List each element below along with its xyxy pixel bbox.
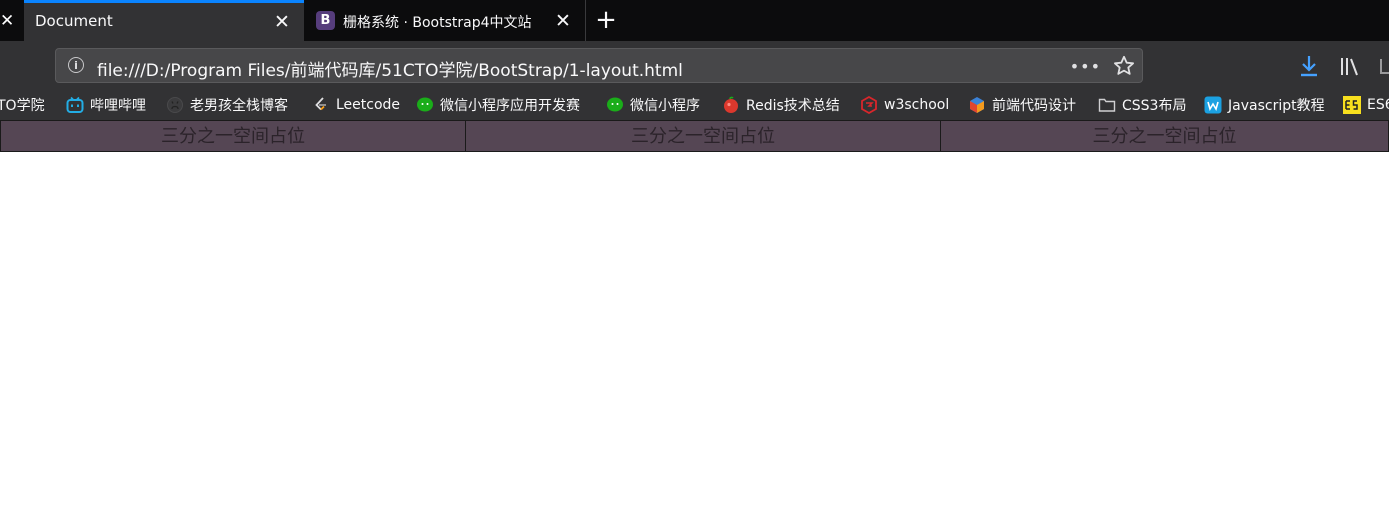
tab-bootstrap-grid[interactable]: B 栅格系统 · Bootstrap4中文站 ✕ [305,0,586,41]
leetcode-icon [315,97,326,111]
overflow-icon[interactable] [1378,55,1389,77]
tab-title: 栅格系统 · Bootstrap4中文站 [343,15,532,31]
bookmark-leetcode[interactable]: Leetcode [312,90,400,120]
close-icon[interactable]: ✕ [0,8,14,34]
bookmark-label: 微信小程序应用开发赛 [440,98,580,114]
close-icon[interactable]: ✕ [272,12,292,32]
bookmark-w3school[interactable]: w3school [860,90,949,120]
grid-column: 三分之一空间占位 [465,120,941,152]
bookmark-label: 老男孩全栈博客 [190,98,288,114]
page-actions-icon[interactable]: ••• [1070,57,1101,76]
library-icon[interactable] [1339,55,1361,77]
cube-icon [970,97,984,113]
new-tab-button[interactable]: + [592,6,620,34]
bookmark-es6[interactable]: ES6 [1343,90,1389,120]
bookmark-label: CSS3布局 [1122,98,1187,114]
tab-strip: ✕ Document ✕ B 栅格系统 · Bootstrap4中文站 ✕ + [0,0,1389,41]
w3school-icon [861,96,877,114]
bookmark-label: TO学院 [0,98,45,114]
bookmark-oldboy-blog[interactable]: 老男孩全栈博客 [166,90,288,120]
bookmark-label: Javascript教程 [1228,98,1325,114]
tab-document[interactable]: Document ✕ [24,0,304,41]
info-icon[interactable]: i [68,57,84,73]
wechat-icon [417,97,433,112]
folder-icon [1098,98,1116,112]
wechat-icon [607,97,623,112]
url-text[interactable]: file:///D:/Program Files/前端代码库/51CTO学院/B… [97,56,683,81]
bookmark-label: ES6 [1367,97,1389,113]
bookmark-css3-layout[interactable]: CSS3布局 [1098,90,1186,120]
redis-icon [724,96,738,113]
grid-row: 三分之一空间占位 三分之一空间占位 三分之一空间占位 [0,120,1389,152]
download-icon[interactable] [1298,54,1320,78]
grid-column: 三分之一空间占位 [940,120,1389,152]
bilibili-icon [66,96,84,113]
bookmark-javascript[interactable]: Javascript教程 [1204,90,1325,120]
bookmarks-toolbar: TO学院 哔哩哔哩 老男孩全栈博客 Leetcode 微信小程序应用开发赛 微信… [0,90,1389,120]
close-icon[interactable]: ✕ [553,11,573,31]
bookmark-frontend-design[interactable]: 前端代码设计 [968,90,1076,120]
bootstrap-icon: B [316,11,335,30]
bookmark-label: Leetcode [336,97,401,113]
github-icon [167,97,183,113]
w-icon [1204,96,1222,114]
bookmark-label: 微信小程序 [630,98,700,114]
bookmark-star-icon[interactable] [1112,54,1136,78]
bookmark-label: 前端代码设计 [992,98,1076,114]
bookmark-wechat-contest[interactable]: 微信小程序应用开发赛 [416,90,580,120]
bookmark-label: Redis技术总结 [746,98,840,114]
navigation-toolbar: i file:///D:/Program Files/前端代码库/51CTO学院… [0,41,1389,90]
bookmark-51cto[interactable]: TO学院 [0,90,45,120]
bookmark-wechat-miniprogram[interactable]: 微信小程序 [606,90,700,120]
tab-title: Document [35,12,113,30]
address-bar[interactable]: i file:///D:/Program Files/前端代码库/51CTO学院… [55,48,1143,83]
bookmark-label: 哔哩哔哩 [90,98,146,114]
grid-column: 三分之一空间占位 [0,120,466,152]
es-icon [1343,96,1361,114]
bookmark-label: w3school [884,97,950,113]
bookmark-bilibili[interactable]: 哔哩哔哩 [66,90,146,120]
bookmark-redis[interactable]: Redis技术总结 [722,90,840,120]
